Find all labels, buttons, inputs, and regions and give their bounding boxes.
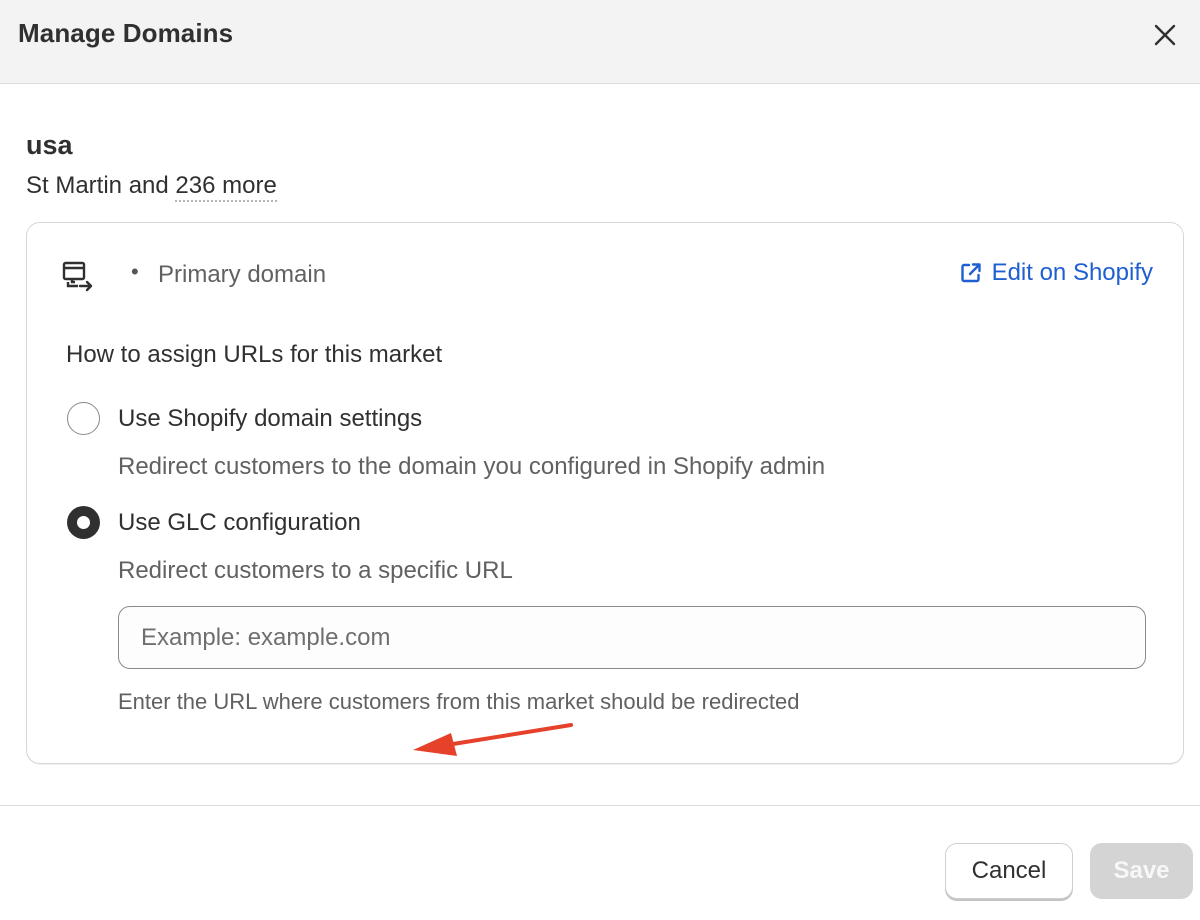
url-help-text: Enter the URL where customers from this … [118,689,800,714]
footer-divider [0,805,1200,806]
modal-header: Manage Domains [0,0,1200,84]
edit-on-shopify-label: Edit on Shopify [991,259,1153,286]
option-glc-configuration-label[interactable]: Use GLC configuration [118,509,361,537]
market-regions-prefix: St Martin and [26,172,176,199]
redirect-url-input[interactable] [118,606,1146,669]
close-icon [1154,24,1176,46]
market-name: usa [26,130,73,160]
save-button[interactable]: Save [1090,843,1193,899]
option-shopify-domain-label[interactable]: Use Shopify domain settings [118,405,422,433]
red-arrow-annotation [413,723,573,756]
regions-more-link[interactable]: 236 more [175,172,277,202]
cancel-button[interactable]: Cancel [945,843,1073,899]
domain-settings-card: • Primary domain Edit on Shopify How to … [26,222,1184,764]
radio-glc-configuration[interactable] [67,506,100,539]
separator-bullet: • [131,259,139,284]
close-button[interactable] [1148,18,1182,52]
manage-domains-modal: Manage Domains usa St Martin and 236 mor… [0,0,1200,920]
external-link-icon [960,263,981,283]
edit-on-shopify-link[interactable]: Edit on Shopify [960,259,1153,287]
primary-domain-label: Primary domain [158,261,327,288]
domain-redirect-icon [62,261,93,292]
option-shopify-domain-description: Redirect customers to the domain you con… [118,453,826,480]
radio-shopify-domain-settings[interactable] [67,402,100,435]
option-glc-configuration-description: Redirect customers to a specific URL [118,557,513,584]
assign-urls-heading: How to assign URLs for this market [66,341,443,368]
modal-title: Manage Domains [18,18,234,48]
market-regions: St Martin and 236 more [26,172,277,202]
